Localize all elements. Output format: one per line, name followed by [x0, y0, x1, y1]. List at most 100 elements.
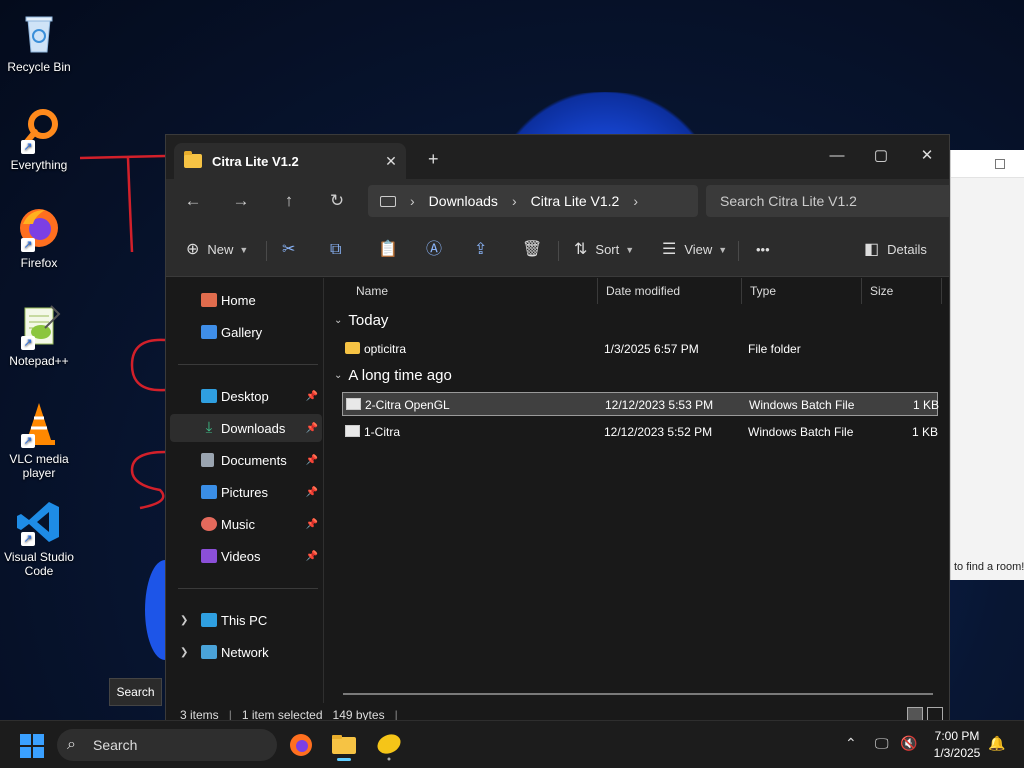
- taskbar-file-explorer-icon[interactable]: [328, 729, 360, 761]
- maximize-button[interactable]: ▢: [858, 141, 904, 171]
- desktop-icon-everything[interactable]: ↗ Everything: [4, 106, 74, 172]
- pin-icon[interactable]: 📌: [306, 391, 318, 402]
- desktop-icon-vlc[interactable]: ↗ VLC media player: [4, 400, 74, 480]
- nav-item-documents[interactable]: Documents 📌: [170, 446, 322, 474]
- chevron-down-icon: ⌄: [334, 315, 343, 326]
- nav-item-home[interactable]: Home: [170, 286, 322, 314]
- table-row-selected[interactable]: 2-Citra OpenGL 12/12/2023 5:53 PM Window…: [342, 392, 940, 416]
- search-input[interactable]: Search Citra Lite V1.2: [706, 185, 949, 217]
- nav-item-desktop[interactable]: Desktop 📌: [170, 382, 322, 410]
- volume-muted-icon[interactable]: 🔇: [900, 735, 917, 752]
- column-header-size[interactable]: Size: [862, 278, 942, 304]
- taskbar-firefox-icon[interactable]: [285, 729, 317, 761]
- group-header-long-ago[interactable]: ⌄ A long time ago: [334, 367, 452, 384]
- folder-icon: [345, 342, 360, 354]
- group-header-today[interactable]: ⌄ Today: [334, 312, 388, 329]
- desktop-icon-label: Visual Studio Code: [4, 550, 74, 578]
- tab-close-icon[interactable]: ✕: [376, 153, 406, 170]
- desktop-icon-recycle-bin[interactable]: Recycle Bin: [4, 8, 74, 74]
- nav-item-network[interactable]: ❯ Network: [170, 638, 322, 666]
- table-row[interactable]: opticitra 1/3/2025 6:57 PM File folder: [342, 337, 938, 361]
- maximize-icon[interactable]: [995, 159, 1005, 169]
- pin-icon[interactable]: 📌: [306, 519, 318, 530]
- minimize-button[interactable]: —: [814, 141, 860, 171]
- rename-button[interactable]: Ⓐ: [426, 238, 450, 262]
- breadcrumb[interactable]: › Downloads › Citra Lite V1.2 ›: [368, 185, 698, 217]
- file-size: 1 KB: [913, 398, 940, 412]
- file-name: 2-Citra OpenGL: [365, 398, 450, 412]
- file-list[interactable]: Name Date modified Type Size ⌄ Today opt…: [326, 278, 949, 703]
- start-button-windows-icon[interactable]: [20, 734, 44, 758]
- notification-bell-icon[interactable]: 🔔: [988, 735, 1005, 752]
- nav-item-videos[interactable]: Videos 📌: [170, 542, 322, 570]
- nav-item-music[interactable]: Music 📌: [170, 510, 322, 538]
- taskbar-search-placeholder: Search: [93, 737, 138, 753]
- nav-item-pictures[interactable]: Pictures 📌: [170, 478, 322, 506]
- file-date: 12/12/2023 5:53 PM: [605, 398, 714, 412]
- desktop-icon-label: VLC media player: [9, 452, 69, 480]
- explorer-tab[interactable]: Citra Lite V1.2 ✕: [174, 143, 406, 179]
- download-arrow-icon: ⤓: [205, 419, 213, 436]
- breadcrumb-chevron-icon[interactable]: ›: [410, 193, 415, 209]
- taskbar-search-input[interactable]: ⌕ Search: [57, 729, 277, 761]
- nav-label: Music: [221, 516, 255, 532]
- show-hidden-icons-chevron-icon[interactable]: ⌃: [845, 735, 857, 752]
- tiles-view-icon[interactable]: [927, 707, 943, 721]
- desktop-icon-vscode[interactable]: ↗ Visual Studio Code: [4, 498, 74, 578]
- back-arrow-icon[interactable]: ←: [180, 188, 206, 214]
- clock[interactable]: 7:00 PM 1/3/2025: [924, 728, 990, 762]
- nav-item-this-pc[interactable]: ❯ This PC: [170, 606, 322, 634]
- details-view-icon[interactable]: [907, 707, 923, 721]
- new-button[interactable]: ⊕ New ▼: [186, 238, 248, 262]
- up-arrow-icon[interactable]: ↑: [276, 188, 302, 214]
- column-header-date-modified[interactable]: Date modified: [598, 278, 742, 304]
- vscode-icon: ↗: [15, 498, 63, 546]
- taskbar-app-icon[interactable]: [373, 729, 405, 761]
- this-pc-icon: [380, 195, 396, 207]
- nav-item-gallery[interactable]: Gallery: [170, 318, 322, 346]
- file-explorer-window[interactable]: Citra Lite V1.2 ✕ + — ▢ ✕ ← → ↑ ↻ › Down…: [165, 134, 950, 726]
- cut-button[interactable]: ✂: [282, 238, 303, 262]
- column-header-name[interactable]: Name: [348, 278, 598, 304]
- group-label: A long time ago: [348, 367, 452, 384]
- music-icon: [201, 517, 217, 531]
- nav-item-downloads[interactable]: ⤓ Downloads 📌: [170, 414, 322, 442]
- desktop-icon-notepadpp[interactable]: ↗ Notepad++: [4, 302, 74, 368]
- pin-icon[interactable]: 📌: [306, 551, 318, 562]
- sort-button[interactable]: ⇅ Sort ▼: [574, 238, 634, 262]
- navigation-pane[interactable]: Home Gallery Desktop 📌 ⤓ Downloads 📌 Doc…: [166, 278, 324, 703]
- pin-icon[interactable]: 📌: [306, 455, 318, 466]
- breadcrumb-chevron-icon[interactable]: ›: [633, 193, 638, 209]
- copy-button[interactable]: ⧉: [330, 238, 349, 262]
- table-row[interactable]: 1-Citra 12/12/2023 5:52 PM Windows Batch…: [342, 420, 938, 444]
- breadcrumb-item-downloads[interactable]: Downloads: [429, 193, 498, 209]
- shortcut-arrow-icon: ↗: [21, 140, 35, 154]
- breadcrumb-chevron-icon[interactable]: ›: [512, 193, 517, 209]
- details-pane-button[interactable]: ◧ Details: [864, 238, 927, 262]
- breadcrumb-item-current[interactable]: Citra Lite V1.2: [531, 193, 620, 209]
- desktop-icon-firefox[interactable]: ↗ Firefox: [4, 204, 74, 270]
- paste-button[interactable]: 📋: [378, 238, 406, 262]
- pin-icon[interactable]: 📌: [306, 487, 318, 498]
- forward-arrow-icon[interactable]: →: [228, 188, 254, 214]
- more-options-button[interactable]: •••: [756, 238, 770, 262]
- new-label: New: [207, 242, 234, 257]
- horizontal-scrollbar[interactable]: [343, 693, 933, 695]
- close-button[interactable]: ✕: [904, 141, 949, 171]
- scissors-icon: ✂: [282, 241, 296, 258]
- new-tab-plus-icon[interactable]: +: [428, 149, 439, 170]
- view-button[interactable]: ☰ View ▼: [662, 238, 727, 262]
- column-header-type[interactable]: Type: [742, 278, 862, 304]
- chevron-right-icon[interactable]: ❯: [180, 647, 188, 658]
- background-window[interactable]: to find a room!: [950, 150, 1024, 580]
- desktop-icon-label: Notepad++: [9, 354, 69, 368]
- desktop-icon: [201, 389, 217, 403]
- chevron-right-icon[interactable]: ❯: [180, 615, 188, 626]
- network-status-icon[interactable]: 🖵: [875, 735, 889, 752]
- share-button[interactable]: ⇪: [474, 238, 495, 262]
- refresh-icon[interactable]: ↻: [324, 188, 350, 214]
- pin-icon[interactable]: 📌: [306, 423, 318, 434]
- view-toggle: [907, 707, 943, 721]
- nav-label: Gallery: [221, 324, 263, 340]
- delete-button[interactable]: 🗑: [522, 238, 550, 262]
